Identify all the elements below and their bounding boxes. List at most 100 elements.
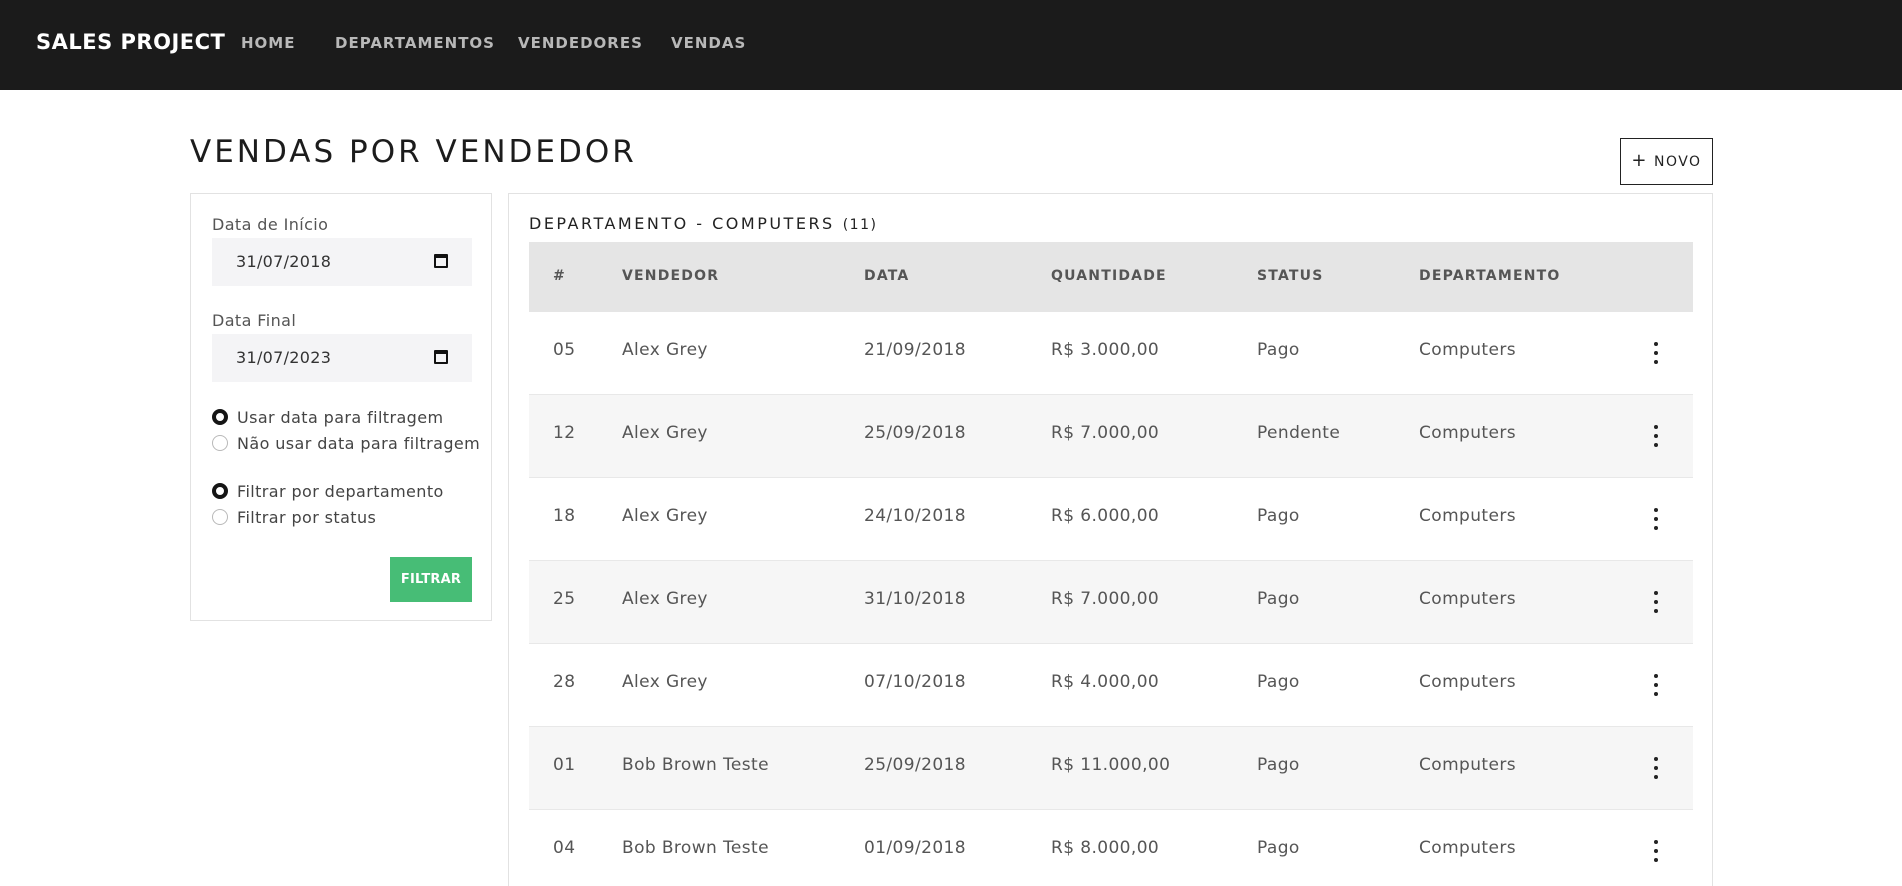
radio-no-date[interactable]: Não usar data para filtragem (212, 432, 480, 454)
top-navbar: SALES PROJECT HOME DEPARTAMENTOS VENDEDO… (0, 0, 1902, 90)
cell-id: 05 (553, 340, 576, 360)
department-title: DEPARTAMENTO - COMPUTERS (11) (529, 214, 877, 233)
more-options-icon[interactable] (1650, 591, 1662, 613)
end-date-input[interactable]: 31/07/2023 (212, 334, 472, 382)
radio-unselected-icon[interactable] (212, 509, 228, 525)
cell-date: 07/10/2018 (864, 672, 966, 692)
cell-seller: Bob Brown Teste (622, 838, 769, 858)
column-header-date[interactable]: DATA (864, 268, 909, 284)
page-title: VENDAS POR VENDEDOR (190, 134, 637, 170)
cell-amount: R$ 7.000,00 (1051, 423, 1160, 443)
cell-status: Pago (1257, 589, 1300, 609)
nav-link-vendas[interactable]: VENDAS (671, 34, 746, 52)
radio-filter-status[interactable]: Filtrar por status (212, 506, 376, 528)
department-count: (11) (842, 217, 878, 233)
table-header: # VENDEDOR DATA QUANTIDADE STATUS DEPART… (529, 242, 1693, 312)
nav-link-home[interactable]: HOME (241, 34, 295, 52)
radio-selected-icon[interactable] (212, 409, 228, 425)
cell-department: Computers (1419, 589, 1516, 609)
cell-amount: R$ 6.000,00 (1051, 506, 1160, 526)
start-date-input[interactable]: 31/07/2018 (212, 238, 472, 286)
radio-filter-department[interactable]: Filtrar por departamento (212, 480, 444, 502)
new-sale-button[interactable]: + NOVO (1620, 138, 1713, 185)
cell-date: 24/10/2018 (864, 506, 966, 526)
nav-link-vendedores[interactable]: VENDEDORES (518, 34, 643, 52)
cell-status: Pago (1257, 838, 1300, 858)
more-options-icon[interactable] (1650, 342, 1662, 364)
cell-status: Pendente (1257, 423, 1341, 443)
radio-unselected-icon[interactable] (212, 435, 228, 451)
end-date-value: 31/07/2023 (236, 348, 332, 367)
cell-department: Computers (1419, 423, 1516, 443)
calendar-icon[interactable] (434, 350, 448, 364)
plus-icon: + (1631, 149, 1648, 171)
start-date-value: 31/07/2018 (236, 252, 332, 271)
cell-date: 25/09/2018 (864, 755, 966, 775)
cell-date: 01/09/2018 (864, 838, 966, 858)
filter-panel: Data de Início 31/07/2018 Data Final 31/… (190, 193, 492, 621)
radio-use-date-label: Usar data para filtragem (237, 407, 444, 427)
cell-amount: R$ 7.000,00 (1051, 589, 1160, 609)
table-row[interactable]: 12 Alex Grey 25/09/2018 R$ 7.000,00 Pend… (529, 395, 1693, 478)
cell-date: 31/10/2018 (864, 589, 966, 609)
end-date-label: Data Final (212, 311, 297, 330)
cell-id: 18 (553, 506, 576, 526)
cell-amount: R$ 8.000,00 (1051, 838, 1160, 858)
column-header-status[interactable]: STATUS (1257, 268, 1324, 284)
sales-table-card: DEPARTAMENTO - COMPUTERS (11) # VENDEDOR … (508, 193, 1713, 886)
table-row[interactable]: 01 Bob Brown Teste 25/09/2018 R$ 11.000,… (529, 727, 1693, 810)
radio-filter-department-label: Filtrar por departamento (237, 481, 444, 501)
radio-selected-icon[interactable] (212, 483, 228, 499)
table-row[interactable]: 28 Alex Grey 07/10/2018 R$ 4.000,00 Pago… (529, 644, 1693, 727)
table-body: 05 Alex Grey 21/09/2018 R$ 3.000,00 Pago… (529, 312, 1693, 886)
nav-link-departamentos[interactable]: DEPARTAMENTOS (335, 34, 495, 52)
cell-seller: Alex Grey (622, 672, 708, 692)
cell-department: Computers (1419, 506, 1516, 526)
cell-seller: Alex Grey (622, 589, 708, 609)
cell-status: Pago (1257, 340, 1300, 360)
calendar-icon[interactable] (434, 254, 448, 268)
cell-department: Computers (1419, 838, 1516, 858)
cell-id: 04 (553, 838, 576, 858)
cell-status: Pago (1257, 755, 1300, 775)
new-button-label: NOVO (1653, 153, 1702, 170)
cell-department: Computers (1419, 755, 1516, 775)
cell-amount: R$ 11.000,00 (1051, 755, 1171, 775)
column-header-department[interactable]: DEPARTAMENTO (1419, 268, 1561, 284)
cell-seller: Alex Grey (622, 340, 708, 360)
cell-id: 25 (553, 589, 576, 609)
table-row[interactable]: 04 Bob Brown Teste 01/09/2018 R$ 8.000,0… (529, 810, 1693, 886)
cell-department: Computers (1419, 340, 1516, 360)
column-header-id[interactable]: # (553, 268, 566, 284)
start-date-label: Data de Início (212, 215, 329, 234)
cell-amount: R$ 4.000,00 (1051, 672, 1160, 692)
radio-use-date[interactable]: Usar data para filtragem (212, 406, 443, 428)
cell-department: Computers (1419, 672, 1516, 692)
more-options-icon[interactable] (1650, 757, 1662, 779)
column-header-seller[interactable]: VENDEDOR (622, 268, 719, 284)
brand-logo[interactable]: SALES PROJECT (36, 30, 225, 54)
more-options-icon[interactable] (1650, 508, 1662, 530)
column-header-amount[interactable]: QUANTIDADE (1051, 268, 1167, 284)
cell-id: 12 (553, 423, 576, 443)
more-options-icon[interactable] (1650, 840, 1662, 862)
cell-id: 01 (553, 755, 576, 775)
table-row[interactable]: 25 Alex Grey 31/10/2018 R$ 7.000,00 Pago… (529, 561, 1693, 644)
cell-status: Pago (1257, 672, 1300, 692)
cell-date: 21/09/2018 (864, 340, 966, 360)
filter-submit-button[interactable]: FILTRAR (390, 557, 472, 602)
radio-no-date-label: Não usar data para filtragem (237, 433, 481, 453)
department-name: DEPARTAMENTO - COMPUTERS (529, 214, 835, 233)
cell-date: 25/09/2018 (864, 423, 966, 443)
table-row[interactable]: 18 Alex Grey 24/10/2018 R$ 6.000,00 Pago… (529, 478, 1693, 561)
more-options-icon[interactable] (1650, 674, 1662, 696)
cell-status: Pago (1257, 506, 1300, 526)
cell-id: 28 (553, 672, 576, 692)
table-row[interactable]: 05 Alex Grey 21/09/2018 R$ 3.000,00 Pago… (529, 312, 1693, 395)
cell-seller: Alex Grey (622, 506, 708, 526)
cell-seller: Alex Grey (622, 423, 708, 443)
radio-filter-status-label: Filtrar por status (237, 507, 377, 527)
cell-amount: R$ 3.000,00 (1051, 340, 1160, 360)
more-options-icon[interactable] (1650, 425, 1662, 447)
cell-seller: Bob Brown Teste (622, 755, 769, 775)
